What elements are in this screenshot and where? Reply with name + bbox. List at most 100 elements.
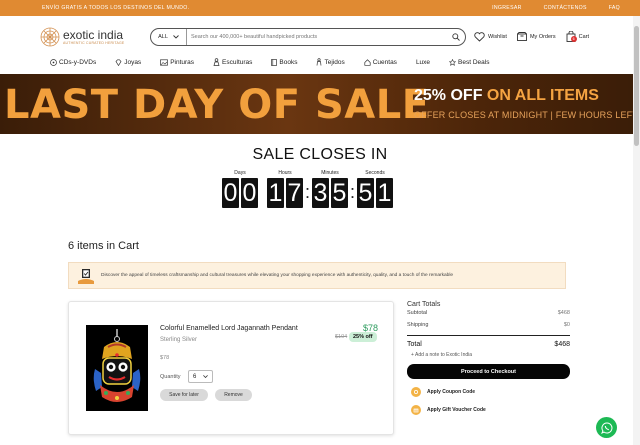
quantity-value: 6	[193, 373, 197, 380]
countdown-unit-label: Days	[234, 170, 246, 176]
banner-offer-highlight: 25% OFF	[414, 87, 483, 104]
scrollbar-thumb[interactable]	[634, 26, 639, 146]
countdown-separator: :	[304, 182, 310, 202]
book-icon	[271, 58, 278, 66]
product-image[interactable]	[86, 325, 148, 411]
search-category-value: ALL	[158, 34, 168, 40]
logo-name: exotic india	[63, 28, 124, 42]
search-input[interactable]	[187, 29, 447, 45]
subtotal-value: $468	[557, 310, 570, 316]
cart-totals: Cart Totals Subtotal $468 Shipping $0 To…	[407, 301, 570, 415]
total-row: Total $468	[407, 341, 570, 348]
cart-link[interactable]: 6 Cart	[566, 31, 589, 42]
shipping-row: Shipping $0	[407, 322, 570, 328]
nav-item-label: Luxe	[415, 58, 431, 66]
save-for-later-button[interactable]: Save for later	[160, 389, 208, 401]
heart-icon	[474, 31, 485, 42]
whatsapp-chat-button[interactable]	[596, 417, 617, 438]
my-orders-link[interactable]: My Orders	[517, 32, 556, 41]
banner-headline: LAST DAY OF SALE	[4, 82, 430, 128]
total-label: Total	[407, 341, 422, 348]
site-logo[interactable]: exotic india AUTHENTIC CURATED HERITAGE	[40, 27, 124, 47]
shipping-value: $0	[563, 322, 570, 328]
nav-item-cuentas[interactable]: Cuentas	[364, 59, 397, 66]
quantity-select[interactable]: 6	[188, 370, 213, 383]
nav-item-pinturas[interactable]: Pinturas	[160, 59, 194, 66]
nav-item-label: Cuentas	[372, 58, 397, 66]
proceed-to-checkout-button[interactable]: Proceed to Checkout	[407, 364, 570, 379]
countdown-separator: :	[349, 182, 355, 202]
countdown-digit: 0	[222, 178, 239, 208]
header-actions: Wishlist My Orders 6 Cart	[474, 31, 589, 42]
product-material: Sterling Silver	[160, 337, 198, 343]
nav-item-label: Books	[279, 58, 298, 66]
logo-tagline: AUTHENTIC CURATED HERITAGE	[63, 41, 125, 45]
free-shipping-text: ENVÍO GRATIS A TODOS LOS DESTINOS DEL MU…	[42, 5, 190, 11]
nav-item-label: Best Deals	[458, 58, 490, 66]
countdown-days: Days 0 0	[222, 170, 258, 208]
countdown-hours: Hours 1 7	[267, 170, 303, 208]
nav-item-label: Esculturas	[222, 58, 253, 66]
wishlist-link[interactable]: Wishlist	[474, 31, 507, 42]
countdown-timer: Days 0 0 : Hours 1 7 : Minutes 3 5 : Sec…	[222, 170, 393, 208]
deal-icon	[449, 58, 457, 66]
coupon-icon	[411, 387, 421, 397]
product-name[interactable]: Colorful Enamelled Lord Jagannath Pendan…	[160, 325, 298, 332]
countdown-digit: 3	[312, 178, 329, 208]
chevron-down-icon	[173, 35, 179, 39]
nav-item-best-deals[interactable]: Best Deals	[449, 58, 490, 66]
gift-voucher-icon	[411, 405, 421, 415]
nav-item-label: Joyas	[124, 58, 142, 66]
banner-subline: OFFER CLOSES AT MIDNIGHT | FEW HOURS LEF…	[414, 110, 639, 120]
sale-banner[interactable]: LAST DAY OF SALE 25% OFF ON ALL ITEMS OF…	[0, 74, 640, 134]
nav-item-tejidos[interactable]: Tejidos	[316, 58, 345, 66]
product-unit-price: $78	[160, 355, 170, 361]
nav-item-luxe[interactable]: Luxe	[416, 59, 430, 66]
cart-notice-text: Discover the appeal of timeless craftsma…	[101, 273, 454, 278]
sculpture-icon	[213, 58, 220, 66]
contact-link[interactable]: CONTÁCTENOS	[544, 5, 587, 11]
totals-divider	[407, 335, 570, 336]
countdown-title: SALE CLOSES IN	[252, 146, 388, 163]
search-button[interactable]	[447, 33, 465, 41]
countdown-digit: 5	[357, 178, 374, 208]
apply-gift-voucher-link[interactable]: Apply Gift Voucher Code	[411, 405, 570, 415]
add-note-link[interactable]: + Add a note to Exotic India	[411, 352, 570, 358]
countdown-digit: 1	[376, 178, 393, 208]
cart-totals-title: Cart Totals	[407, 301, 441, 308]
top-announcement-bar: ENVÍO GRATIS A TODOS LOS DESTINOS DEL MU…	[0, 0, 640, 16]
subtotal-label: Subtotal	[407, 310, 428, 316]
search-icon	[452, 33, 460, 41]
chevron-down-icon	[203, 375, 208, 378]
countdown-unit-label: Minutes	[321, 170, 339, 176]
page-scrollbar[interactable]	[633, 16, 640, 445]
page: ENVÍO GRATIS A TODOS LOS DESTINOS DEL MU…	[0, 0, 640, 445]
nav-item-books[interactable]: Books	[271, 59, 297, 66]
textile-icon	[317, 58, 322, 66]
remove-button[interactable]: Remove	[215, 389, 252, 401]
countdown-digit: 5	[331, 178, 348, 208]
top-links: INGRESAR CONTÁCTENOS FAQ	[492, 5, 620, 11]
nav-item-label: Pinturas	[170, 58, 195, 66]
nav-item-cds-dvds[interactable]: CDs-y-DVDs	[50, 59, 96, 66]
banner-offer-rest: ON ALL ITEMS	[482, 87, 599, 104]
subtotal-row: Subtotal $468	[407, 310, 570, 316]
cart-item-card: Colorful Enamelled Lord Jagannath Pendan…	[68, 301, 394, 435]
cart-items-heading: 6 items in Cart	[68, 240, 139, 252]
gift-box-icon	[78, 268, 94, 284]
jagannath-pendant-image	[86, 325, 148, 411]
wishlist-label: Wishlist	[488, 33, 507, 40]
banner-offer: 25% OFF ON ALL ITEMS	[414, 87, 599, 105]
faq-link[interactable]: FAQ	[609, 5, 620, 11]
logo-mandala-icon	[40, 27, 60, 47]
countdown-unit-label: Hours	[278, 170, 292, 176]
cart-label: Cart	[578, 33, 590, 40]
nav-item-esculturas[interactable]: Esculturas	[213, 58, 252, 66]
countdown-digit: 7	[286, 178, 303, 208]
login-link[interactable]: INGRESAR	[492, 5, 522, 11]
whatsapp-icon	[600, 421, 612, 434]
search-category-select[interactable]: ALL	[151, 29, 187, 45]
apply-coupon-link[interactable]: Apply Coupon Code	[411, 387, 570, 397]
cart-notice: Discover the appeal of timeless craftsma…	[68, 262, 566, 289]
nav-item-joyas[interactable]: Joyas	[115, 59, 141, 66]
